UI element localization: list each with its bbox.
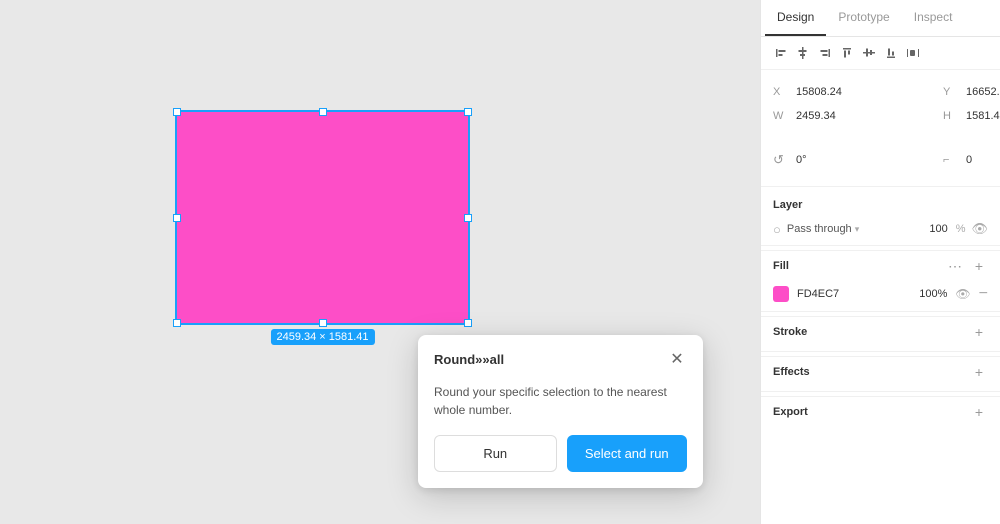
rotation-prop: ↺ <box>773 148 943 172</box>
y-input[interactable] <box>961 83 1000 101</box>
align-left-icon[interactable] <box>773 45 789 61</box>
corner-prop: ⌐ ⤡ <box>943 148 1000 172</box>
dialog-title: Round»»all <box>434 352 504 367</box>
panel-scrollable: X Y W H ▲ ▼ ↺ <box>761 37 1000 524</box>
x-prop: X <box>773 80 943 104</box>
export-label: Export <box>773 406 808 418</box>
blend-chevron-icon: ▾ <box>855 224 860 235</box>
fill-add-icon[interactable]: + <box>970 257 988 275</box>
tab-inspect[interactable]: Inspect <box>902 0 965 36</box>
fill-label: Fill <box>773 260 789 272</box>
plugin-dialog: Round»»all ✕ Round your specific selecti… <box>418 335 703 488</box>
handle-top-mid[interactable] <box>319 108 327 116</box>
effects-add-icon[interactable]: + <box>970 363 988 381</box>
x-input[interactable] <box>791 83 943 101</box>
fill-row: FD4EC7 100% 👁 − <box>761 281 1000 307</box>
divider-1 <box>761 186 1000 187</box>
export-add-icon[interactable]: + <box>970 403 988 421</box>
handle-bottom-mid[interactable] <box>319 319 327 327</box>
fill-color-swatch[interactable] <box>773 286 789 302</box>
alignment-row <box>761 37 1000 70</box>
canvas-shape[interactable]: 2459.34 × 1581.41 <box>175 110 470 325</box>
align-top-icon[interactable] <box>839 45 855 61</box>
effects-section-header: Effects + <box>761 356 1000 387</box>
effects-actions: + <box>970 363 988 381</box>
fill-grid-icon[interactable]: ⋯ <box>946 257 964 275</box>
h-input[interactable] <box>961 107 1000 125</box>
canvas-area[interactable]: 2459.34 × 1581.41 Round»»all ✕ Round you… <box>0 0 760 524</box>
layer-section-label: Layer <box>761 191 1000 217</box>
align-bottom-icon[interactable] <box>883 45 899 61</box>
y-prop: Y <box>943 80 1000 104</box>
align-center-h-icon[interactable] <box>795 45 811 61</box>
stroke-add-icon[interactable]: + <box>970 323 988 341</box>
align-center-v-icon[interactable] <box>861 45 877 61</box>
blend-circle-icon: ○ <box>773 222 781 237</box>
handle-right-mid[interactable] <box>464 214 472 222</box>
stroke-actions: + <box>970 323 988 341</box>
fill-section-header: Fill ⋯ + <box>761 250 1000 281</box>
run-button[interactable]: Run <box>434 435 557 472</box>
select-and-run-button[interactable]: Select and run <box>567 435 688 472</box>
h-label: H <box>943 110 957 122</box>
align-right-icon[interactable] <box>817 45 833 61</box>
rotation-label: ↺ <box>773 152 787 168</box>
rotation-corner-grid: ↺ ⌐ ⤡ <box>761 138 1000 182</box>
divider-5 <box>761 391 1000 392</box>
h-prop: H ▲ ▼ <box>943 104 1000 128</box>
handle-left-mid[interactable] <box>173 214 181 222</box>
export-section-header: Export + <box>761 396 1000 427</box>
fill-hex[interactable]: FD4EC7 <box>797 288 907 300</box>
position-size-grid: X Y W H ▲ ▼ <box>761 70 1000 138</box>
dialog-body: Round your specific selection to the nea… <box>418 379 703 488</box>
stroke-section-header: Stroke + <box>761 316 1000 347</box>
handle-top-right[interactable] <box>464 108 472 116</box>
stroke-label: Stroke <box>773 326 807 338</box>
export-actions: + <box>970 403 988 421</box>
dialog-header: Round»»all ✕ <box>418 335 703 379</box>
effects-label: Effects <box>773 366 810 378</box>
percent-label: % <box>956 223 966 235</box>
handle-bottom-left[interactable] <box>173 319 181 327</box>
right-panel: Design Prototype Inspect <box>760 0 1000 524</box>
rotation-input[interactable] <box>791 151 943 169</box>
blend-mode-label: Pass through <box>787 223 852 235</box>
fill-remove-icon[interactable]: − <box>979 285 988 303</box>
fill-opacity[interactable]: 100% <box>915 288 947 300</box>
tab-prototype[interactable]: Prototype <box>826 0 901 36</box>
w-label: W <box>773 110 787 122</box>
dialog-buttons: Run Select and run <box>434 435 687 472</box>
fill-actions: ⋯ + <box>946 257 988 275</box>
handle-bottom-right[interactable] <box>464 319 472 327</box>
size-label: 2459.34 × 1581.41 <box>270 329 374 345</box>
close-button[interactable]: ✕ <box>667 349 687 369</box>
handle-top-left[interactable] <box>173 108 181 116</box>
opacity-input[interactable] <box>914 221 950 237</box>
blend-mode-select[interactable]: Pass through ▾ <box>787 223 908 235</box>
tab-design[interactable]: Design <box>765 0 826 36</box>
panel-tabs: Design Prototype Inspect <box>761 0 1000 37</box>
visibility-icon[interactable]: 👁 <box>971 221 988 237</box>
divider-2 <box>761 245 1000 246</box>
distribute-icon[interactable] <box>905 45 921 61</box>
w-input[interactable] <box>791 107 943 125</box>
dialog-description: Round your specific selection to the nea… <box>434 383 687 419</box>
x-label: X <box>773 86 787 98</box>
y-label: Y <box>943 86 957 98</box>
layer-row: ○ Pass through ▾ % 👁 <box>761 217 1000 241</box>
divider-4 <box>761 351 1000 352</box>
w-prop: W <box>773 104 943 128</box>
fill-visibility-icon[interactable]: 👁 <box>955 287 970 301</box>
corner-label: ⌐ <box>943 154 957 166</box>
divider-3 <box>761 311 1000 312</box>
corner-input[interactable] <box>961 151 1000 169</box>
